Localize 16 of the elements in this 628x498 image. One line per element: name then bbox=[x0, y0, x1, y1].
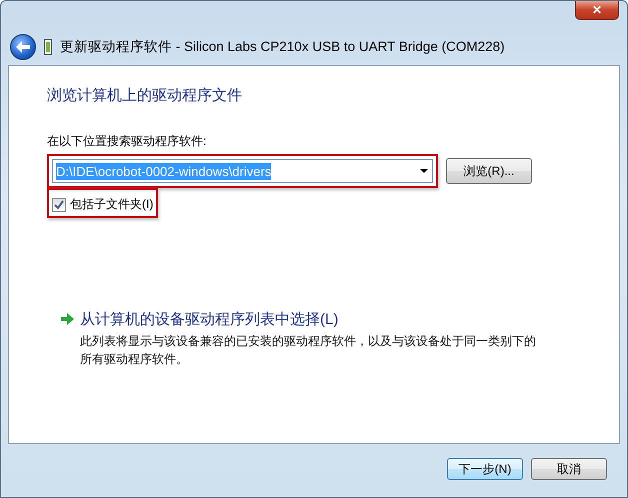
dropdown-arrow-icon[interactable] bbox=[420, 169, 428, 173]
cancel-button[interactable]: 取消 bbox=[531, 458, 607, 480]
window-title: 更新驱动程序软件 - Silicon Labs CP210x USB to UART Bridge (COM228) bbox=[60, 38, 505, 56]
page-heading: 浏览计算机上的驱动程序文件 bbox=[47, 86, 243, 105]
checkbox-label: 包括子文件夹(I) bbox=[70, 196, 154, 213]
option-link[interactable]: 从计算机的设备驱动程序列表中选择(L) bbox=[80, 310, 542, 329]
back-button[interactable] bbox=[10, 34, 36, 60]
search-label: 在以下位置搜索驱动程序软件: bbox=[47, 133, 208, 150]
next-button[interactable]: 下一步(N) bbox=[447, 458, 523, 480]
option-description: 此列表将显示与该设备兼容的已安装的驱动程序软件，以及与该设备处于同一类别下的所有驱动程序软件。 bbox=[80, 333, 537, 368]
device-icon bbox=[44, 39, 52, 55]
arrow-icon bbox=[61, 313, 74, 325]
close-button[interactable]: ✕ bbox=[575, 1, 619, 20]
back-arrow-icon[interactable] bbox=[16, 41, 30, 53]
checkbox[interactable] bbox=[52, 198, 66, 212]
browse-button[interactable]: 浏览(R)... bbox=[446, 158, 532, 184]
